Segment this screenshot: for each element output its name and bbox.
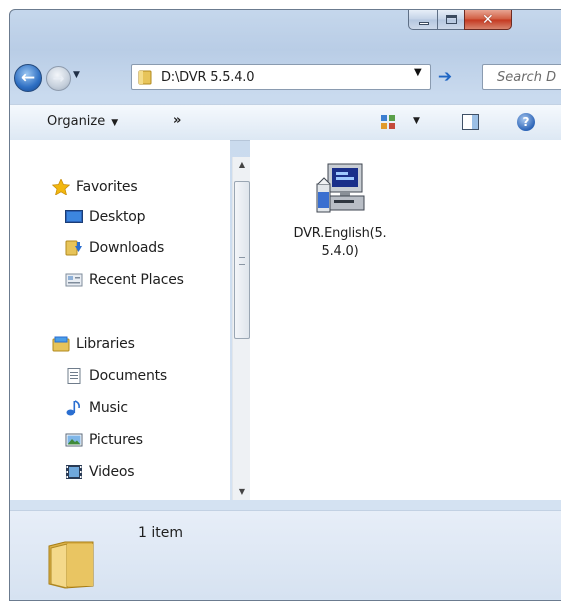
downloads-icon [65,240,83,256]
go-arrow-button[interactable]: ➔ [431,64,459,90]
maximize-button[interactable] [437,10,465,30]
sidebar-item-downloads[interactable]: Downloads [65,236,164,260]
sidebar-item-videos[interactable]: Videos [65,460,135,484]
scroll-down-arrow-icon[interactable]: ▼ [233,484,251,500]
favorites-header[interactable]: Favorites [51,175,138,199]
folder-icon [138,70,152,85]
address-path: D:\DVR 5.5.4.0 [161,70,255,85]
go-arrow-icon: ➔ [437,67,453,87]
help-icon[interactable]: ? [517,113,535,131]
documents-icon [65,368,83,384]
sidebar-item-documents[interactable]: Documents [65,364,167,388]
minimize-icon [419,22,429,25]
desktop-icon [65,209,83,225]
back-arrow-icon: ← [20,68,36,88]
close-button[interactable]: ✕ [464,10,512,30]
forward-arrow-icon: → [52,70,65,87]
pictures-icon [65,432,83,448]
nav-pane-scrollbar[interactable]: ▲ ▼ [232,157,251,500]
recent-pages-dropdown[interactable]: ▼ [73,70,85,84]
file-item[interactable]: DVR.English(5.5.4.0) [290,162,390,261]
sidebar-item-recent-places[interactable]: Recent Places [65,268,184,292]
videos-icon [65,464,83,480]
back-button[interactable]: ← [14,64,42,92]
sidebar-item-music[interactable]: Music [65,396,128,420]
search-box[interactable]: Search D [482,64,561,90]
grip-icon [239,257,245,265]
recent-places-icon [65,272,83,288]
file-name: DVR.English(5.5.4.0) [293,226,387,259]
search-placeholder: Search D [497,70,557,85]
file-list-pane: DVR.English(5.5.4.0) [250,140,561,500]
address-bar[interactable]: D:\DVR 5.5.4.0 ▼ [131,64,431,90]
more-commands-button[interactable]: » [173,113,181,128]
command-bar: Organize ▼ » ▼ ? [10,104,561,141]
libraries-header[interactable]: Libraries [52,332,135,356]
change-view-icon[interactable] [380,114,396,130]
music-icon [65,400,83,416]
maximize-icon [446,15,457,24]
star-icon [51,178,71,196]
favorites-label: Favorites [76,179,138,195]
scrollbar-thumb[interactable] [234,181,250,339]
sidebar-item-desktop[interactable]: Desktop [65,205,146,229]
views-dropdown-icon[interactable]: ▼ [413,116,420,126]
minimize-button[interactable] [408,10,438,30]
folder-icon [48,541,94,589]
organize-label: Organize [47,114,106,129]
installer-icon [314,162,366,218]
item-count: 1 item [138,525,183,541]
forward-button[interactable]: → [46,66,71,91]
navigation-pane: Favorites Desktop Downloads Recent Place… [10,140,230,500]
chevron-down-icon: ▼ [111,118,119,128]
close-icon: ✕ [482,12,494,28]
organize-menu-button[interactable]: Organize ▼ [47,114,118,129]
libraries-icon [52,336,70,352]
address-dropdown-icon[interactable]: ▼ [414,67,422,78]
sidebar-item-pictures[interactable]: Pictures [65,428,143,452]
preview-pane-icon[interactable] [462,114,479,130]
scroll-up-arrow-icon[interactable]: ▲ [233,157,251,173]
details-pane: 1 item [10,510,561,599]
